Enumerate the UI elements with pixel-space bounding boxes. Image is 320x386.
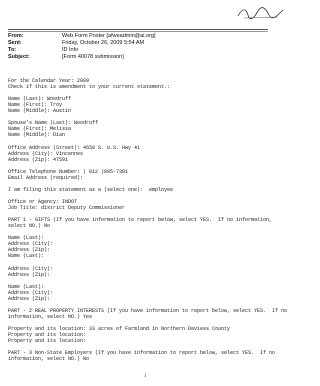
header-row-from: From: Web Form Poster [afweadmin@ai.org] — [8, 33, 288, 40]
header-label: To: — [8, 47, 17, 53]
header-row-subject: Subject: [Form 40078 submission] — [8, 54, 288, 61]
header-row-to: To: ID Info — [8, 47, 288, 54]
header-label: From: — [8, 33, 24, 39]
header-value: Web Form Poster [afweadmin@ai.org] — [62, 33, 156, 39]
handwritten-signature — [237, 7, 284, 20]
header-row-sent: Sent: Friday, October 26, 2009 5:54 AM — [8, 40, 288, 47]
email-header: From: Web Form Poster [afweadmin@ai.org]… — [8, 33, 288, 73]
header-value: ID Info — [62, 47, 79, 53]
header-value: Friday, October 26, 2009 5:54 AM — [62, 40, 145, 46]
header-rule-secondary — [8, 31, 268, 32]
header-value: [Form 40078 submission] — [62, 54, 124, 60]
body-line: PART 1 - GIFTS (If you have information … — [8, 217, 273, 224]
body-line: information, select NO.) No — [8, 356, 90, 363]
header-label: Subject: — [8, 54, 30, 60]
email-body: For the Calendar Year: 2009 Check if this… — [8, 72, 292, 368]
document-page: From: Web Form Poster [afweadmin@ai.org]… — [0, 0, 298, 386]
header-rule — [8, 29, 268, 30]
page-number: 1 — [144, 374, 147, 379]
header-label: Sent: — [8, 40, 22, 46]
body-line: PART - 2 REAL PROPERTY INTERESTS (If you… — [8, 307, 288, 314]
